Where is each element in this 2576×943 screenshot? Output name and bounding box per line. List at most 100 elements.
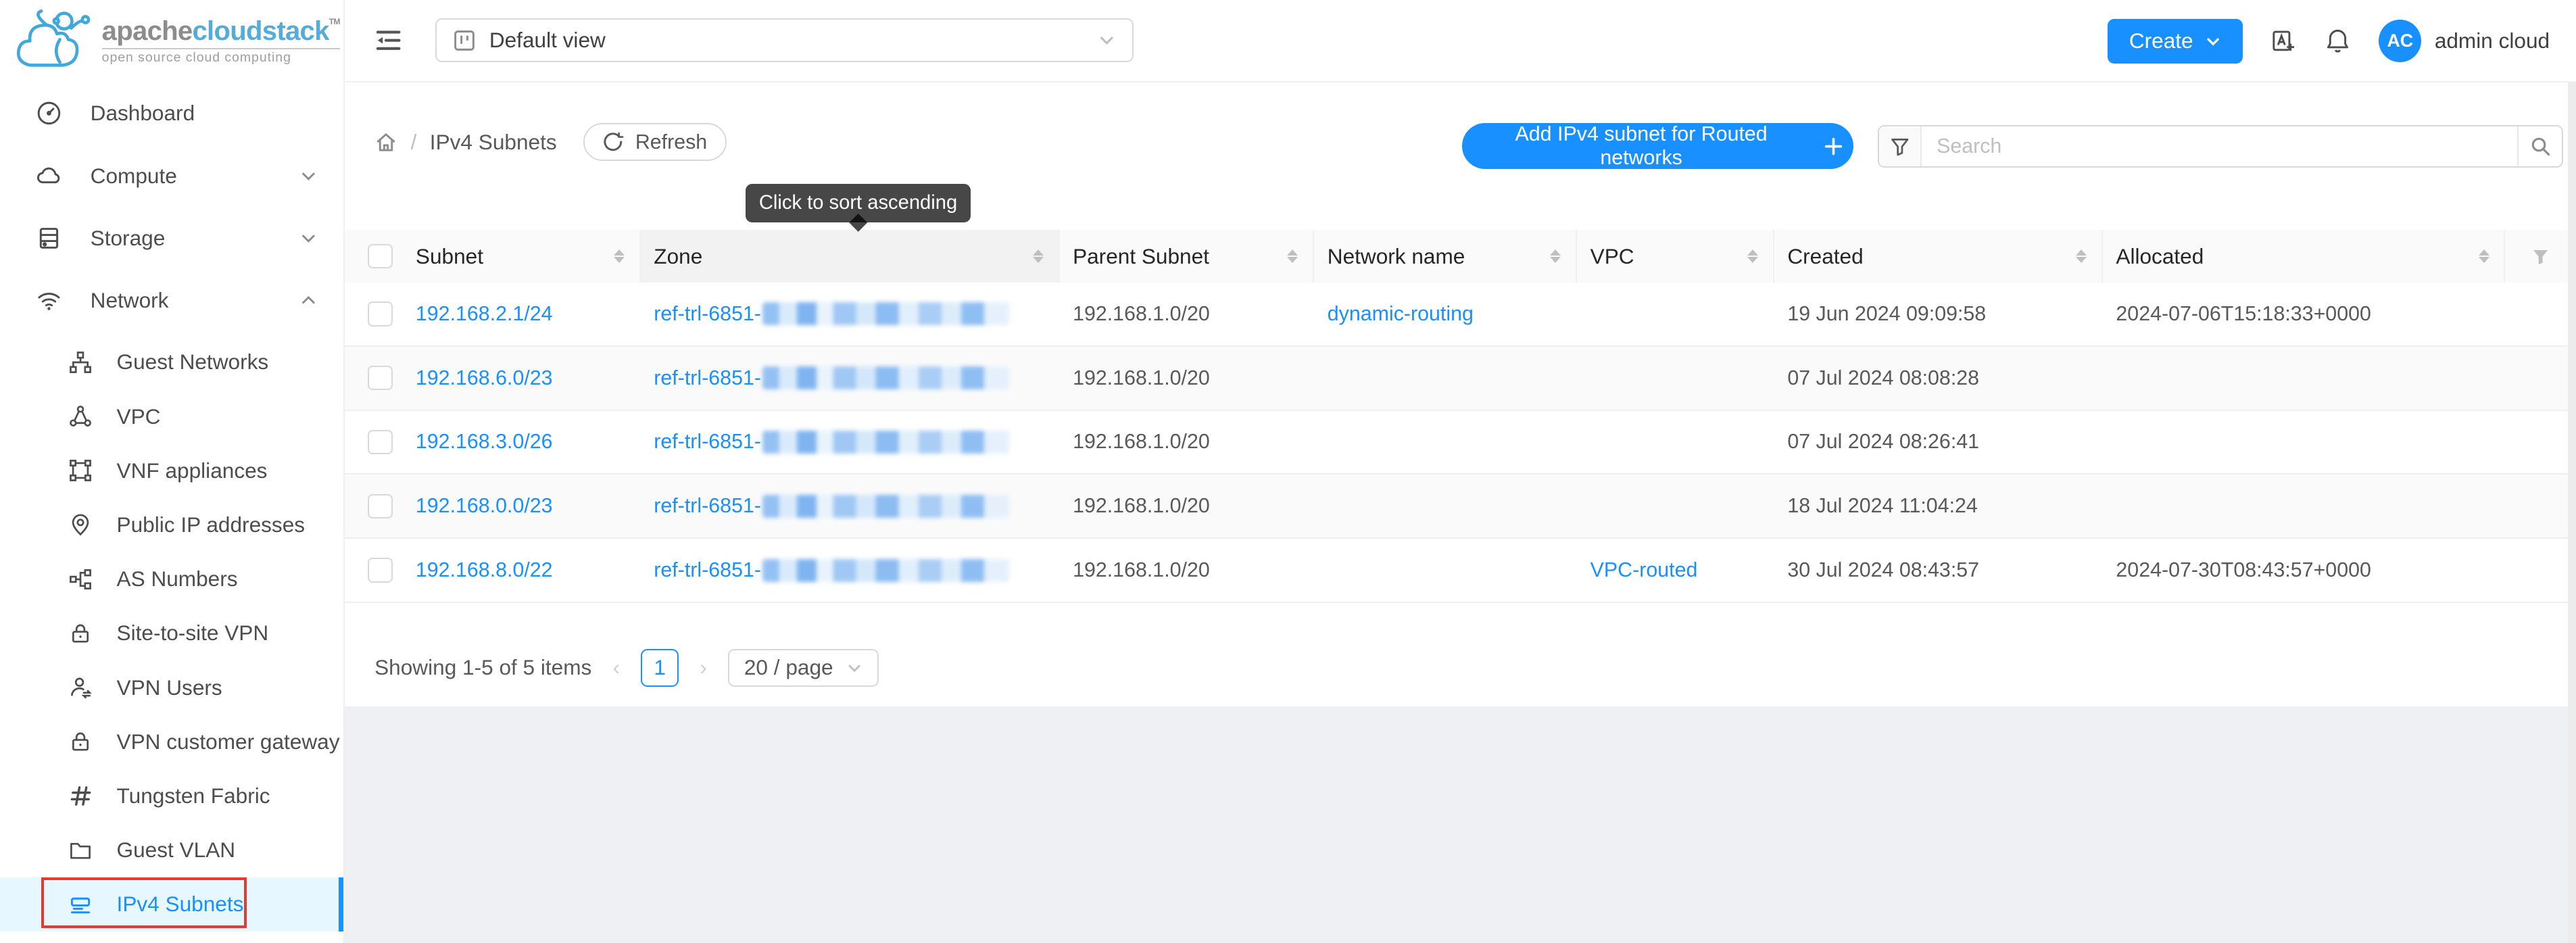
zone-link[interactable]: ref-trl-6851- [654,494,1009,518]
page-size-select[interactable]: 20 / page [728,649,879,687]
parent-subnet-cell: 192.168.1.0/20 [1060,283,1315,345]
next-page-button[interactable]: › [692,655,715,680]
row-checkbox[interactable] [368,430,392,454]
menu-fold-icon[interactable] [374,26,402,54]
column-header-allocated[interactable]: Allocated [2103,230,2505,283]
sidebar-item-vpn-customer-gateway[interactable]: VPN customer gateway [0,715,343,769]
table-row[interactable]: 192.168.2.1/24 ref-trl-6851- 192.168.1.0… [345,283,2576,347]
zone-link[interactable]: ref-trl-6851- [654,558,1009,582]
row-actions-cell [2505,347,2576,410]
allocated-cell: 2024-07-30T08:43:57+0000 [2103,539,2505,602]
column-header-created[interactable]: Created [1774,230,2103,283]
add-ipv4-subnet-button[interactable]: Add IPv4 subnet for Routed networks [1462,123,1853,169]
row-checkbox[interactable] [368,558,392,582]
subnet-link[interactable]: 192.168.3.0/26 [416,430,553,454]
sidebar-item-storage[interactable]: Storage [0,207,343,269]
home-icon[interactable] [374,130,397,153]
cloud-icon [36,163,62,189]
row-actions-cell [2505,475,2576,537]
zone-link[interactable]: ref-trl-6851- [654,302,1009,326]
sidebar-item-public-ip[interactable]: Public IP addresses [0,498,343,552]
subnet-link[interactable]: 192.168.8.0/22 [416,558,553,582]
vnf-appliances-icon [69,459,92,482]
allocated-cell [2103,411,2505,474]
row-actions-cell [2505,283,2576,345]
create-button-label: Create [2129,28,2193,53]
sidebar-item-compute[interactable]: Compute [0,145,343,207]
sidebar-item-guest-vlan[interactable]: Guest VLAN [0,823,343,877]
redacted-zone-name [762,366,1009,389]
pagination: Showing 1-5 of 5 items ‹ 1 › 20 / page [374,649,879,687]
sidebar-item-network[interactable]: Network [0,270,343,332]
search-submit[interactable] [2517,126,2562,166]
page-1-button[interactable]: 1 [641,649,679,687]
sidebar-item-vpc[interactable]: VPC [0,389,343,443]
sidebar-item-label: Site-to-site VPN [117,621,269,646]
sidebar-nav: Dashboard Compute Storage Network [0,82,345,943]
sidebar-item-label: Compute [91,164,272,189]
sidebar-item-label: Guest VLAN [117,838,236,863]
column-header-vpc[interactable]: VPC [1577,230,1774,283]
table-row[interactable]: 192.168.3.0/26 ref-trl-6851- 192.168.1.0… [345,411,2576,475]
network-name-link[interactable]: dynamic-routing [1328,302,1474,326]
table-row[interactable]: 192.168.0.0/23 ref-trl-6851- 192.168.1.0… [345,475,2576,539]
subnet-link[interactable]: 192.168.2.1/24 [416,302,553,326]
sidebar-item-label: Tungsten Fabric [117,783,270,808]
bell-icon[interactable] [2325,28,2351,54]
ipv4-subnets-icon [69,893,92,916]
sidebar-item-ipv4-subnets[interactable]: IPv4 Subnets [0,877,343,932]
column-header-network-name[interactable]: Network name [1314,230,1577,283]
prev-page-button[interactable]: ‹ [605,655,628,680]
row-checkbox[interactable] [368,301,392,326]
table-body: 192.168.2.1/24 ref-trl-6851- 192.168.1.0… [345,283,2576,603]
search-icon [2529,135,2552,158]
zone-link[interactable]: ref-trl-6851- [654,366,1009,390]
scrollbar-track[interactable] [2568,82,2576,943]
row-checkbox[interactable] [368,494,392,518]
translation-icon[interactable] [2270,28,2297,54]
top-bar: Default view Create AC admin cloud [345,0,2576,82]
select-all-checkbox[interactable] [368,244,392,268]
table-header: Subnet Zone Parent Subnet Network name V… [345,230,2576,283]
user-menu[interactable]: AC admin cloud [2379,20,2550,62]
search-input[interactable] [1922,126,2517,166]
column-filter-cell[interactable] [2505,230,2576,283]
redacted-zone-name [762,495,1009,518]
created-cell: 18 Jul 2024 11:04:24 [1774,475,2103,537]
row-actions-cell [2505,539,2576,602]
sidebar-item-site-to-site-vpn[interactable]: Site-to-site VPN [0,606,343,660]
filter-toggle[interactable] [1879,126,1922,166]
caret-down-icon [2205,33,2221,49]
sidebar-item-guest-networks[interactable]: Guest Networks [0,335,343,389]
sidebar-item-label: VPN Users [117,675,222,700]
search-box [1878,125,2563,168]
dashboard-icon [36,100,62,126]
sidebar-item-as-numbers[interactable]: AS Numbers [0,552,343,606]
sidebar-item-dashboard[interactable]: Dashboard [0,82,343,145]
subnet-link[interactable]: 192.168.0.0/23 [416,494,553,518]
column-header-parent-subnet[interactable]: Parent Subnet [1060,230,1315,283]
sort-icon [2479,249,2489,263]
sidebar-item-tungsten-fabric[interactable]: Tungsten Fabric [0,769,343,823]
table-filter-icon [2531,247,2550,266]
create-button[interactable]: Create [2108,19,2242,64]
subnet-link[interactable]: 192.168.6.0/23 [416,366,553,390]
column-header-zone[interactable]: Zone [641,230,1060,283]
table-row[interactable]: 192.168.8.0/22 ref-trl-6851- 192.168.1.0… [345,539,2576,603]
sidebar-item-vnf-appliances[interactable]: VNF appliances [0,443,343,498]
column-header-subnet[interactable]: Subnet [402,230,640,283]
row-checkbox[interactable] [368,366,392,390]
vpc-link[interactable]: VPC-routed [1590,558,1698,582]
zone-link[interactable]: ref-trl-6851- [654,430,1009,454]
breadcrumb-separator: / [411,130,417,155]
parent-subnet-cell: 192.168.1.0/20 [1060,475,1315,537]
refresh-button[interactable]: Refresh [583,123,727,161]
parent-subnet-cell: 192.168.1.0/20 [1060,411,1315,474]
sidebar-item-vpn-users[interactable]: VPN Users [0,660,343,715]
chevron-down-icon [1098,31,1116,49]
view-select[interactable]: Default view [435,18,1134,63]
sidebar-item-label: Storage [91,226,272,251]
sidebar-item-label: AS Numbers [117,566,238,591]
table-row[interactable]: 192.168.6.0/23 ref-trl-6851- 192.168.1.0… [345,347,2576,411]
public-ip-icon [69,513,92,536]
